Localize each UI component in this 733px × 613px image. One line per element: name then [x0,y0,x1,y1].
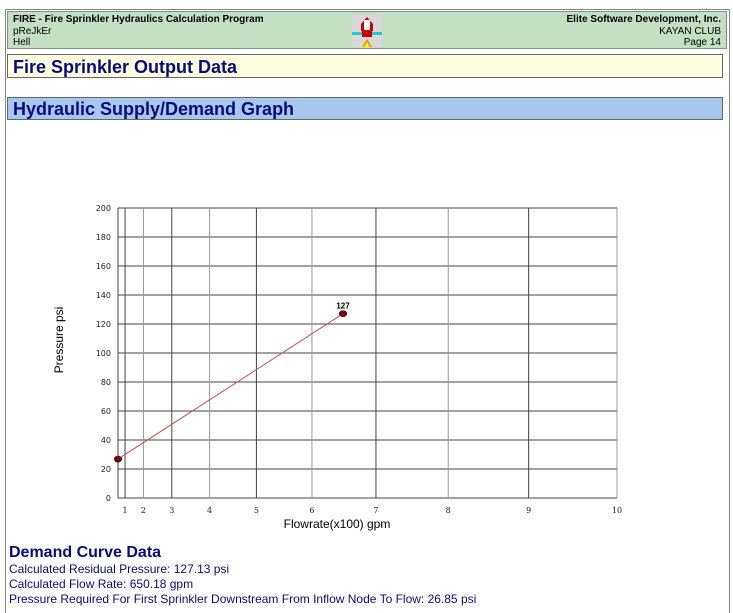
y-tick-label: 180 [96,233,111,242]
x-axis-label: Flowrate(x100) gpm [284,517,391,531]
x-tick-label: 1 [123,506,128,515]
y-tick-label: 200 [96,204,111,213]
x-tick-label: 4 [207,506,212,515]
residual-pressure: Calculated Residual Pressure: 127.13 psi [9,562,230,576]
y-tick-label: 80 [101,378,111,387]
x-tick-label: 7 [373,506,378,515]
data-label: 127 [336,302,350,311]
demand-line [117,313,344,460]
y-tick-label: 100 [96,349,111,358]
x-tick-label: 8 [446,506,451,515]
y-axis-label: Pressure psi [52,307,66,374]
y-tick-label: 120 [96,320,111,329]
x-tick-label: 2 [141,506,146,515]
summary-title: Demand Curve Data [9,544,162,561]
x-tick-label: 6 [309,506,314,515]
demand-summary: Demand Curve Data Calculated Residual Pr… [9,543,476,607]
x-tick-label: 9 [526,506,531,515]
x-tick-label: 5 [254,506,259,515]
y-tick-label: 40 [101,436,111,445]
data-point [339,310,348,317]
x-tick-label: 10 [612,506,622,515]
y-tick-label: 140 [96,291,111,300]
flow-rate: Calculated Flow Rate: 650.18 gpm [9,577,194,591]
y-tick-label: 160 [96,262,111,271]
supply-demand-chart: 0 20 40 60 80 100 120 140 160 180 200 1 2 3 4 5 6 7 8 9 10 Fl… [52,204,622,531]
x-tick-label: 3 [169,506,174,515]
y-tick-label: 20 [101,465,111,474]
first-sprinkler-pressure: Pressure Required For First Sprinkler Do… [9,592,477,606]
y-tick-label: 60 [101,407,111,416]
y-tick-label: 0 [106,494,111,503]
data-point [114,455,122,463]
